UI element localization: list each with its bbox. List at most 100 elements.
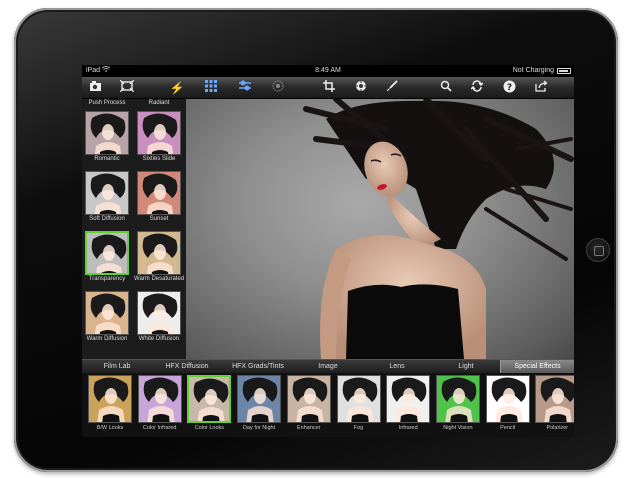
effect-thumbnail[interactable] [386, 375, 431, 423]
search-icon[interactable] [437, 80, 455, 96]
preset-label: Transparency [88, 276, 126, 282]
category-tab[interactable]: Image [294, 360, 362, 374]
brush-icon[interactable] [383, 80, 401, 96]
effect-label: Color Looks [194, 425, 225, 431]
preset-label: White Diffusion [138, 336, 180, 342]
preset-thumbnail[interactable] [137, 231, 181, 275]
effect-label: Infrared [398, 425, 418, 431]
effect-item[interactable]: Enhancer [285, 375, 333, 435]
effect-thumbnail[interactable] [336, 375, 381, 423]
preset-preview-image [138, 232, 180, 274]
effect-thumbnail[interactable] [237, 375, 282, 423]
color-wheel-icon[interactable] [352, 80, 370, 96]
preset-label: Sunset [149, 216, 169, 222]
preset-thumbnail[interactable] [85, 291, 129, 335]
preset-item[interactable]: Sixties Slide [134, 109, 184, 165]
preset-item[interactable]: Transparency [82, 229, 132, 285]
effect-item[interactable]: Color Looks [185, 375, 233, 435]
crop-icon[interactable] [320, 80, 338, 96]
effect-thumbnail[interactable] [187, 375, 232, 423]
photo-canvas[interactable]: Amount100Temperature0Tint0Saturation0Bri… [186, 99, 574, 359]
effect-label: Color Infrared [142, 425, 177, 431]
grid-icon[interactable] [202, 80, 220, 96]
preset-label: Soft Diffusion [89, 216, 125, 222]
category-tab[interactable]: Special Effects [500, 360, 574, 374]
preset-label: Warm Diffusion [86, 336, 128, 342]
preset-thumbnail[interactable] [85, 231, 129, 275]
effect-thumbnail[interactable] [286, 375, 331, 423]
effect-item[interactable]: Day for Night [235, 375, 283, 435]
effect-label: Enhancer [297, 425, 321, 431]
effect-item[interactable]: Night Vision [434, 375, 482, 435]
svg-text:?: ? [506, 83, 511, 93]
category-tab[interactable]: Film Lab [82, 360, 152, 374]
preset-preview-image [87, 233, 127, 273]
preset-label: Warm Desaturated [134, 276, 185, 282]
effect-label: Fog [353, 425, 364, 431]
category-tab[interactable]: HFX Grads/Tints [222, 360, 294, 374]
preset-preview-image [387, 376, 430, 422]
sliders-icon[interactable] [236, 80, 254, 96]
effect-item[interactable]: Pencil [484, 375, 532, 435]
preset-item[interactable]: Sunset [134, 169, 184, 225]
preset-preview-image [436, 376, 479, 422]
effect-item[interactable]: Fog [335, 375, 383, 435]
preset-thumbnail[interactable] [85, 171, 129, 215]
effect-thumbnail[interactable] [485, 375, 530, 423]
effect-label: Day for Night [243, 425, 276, 431]
preset-preview-image [86, 292, 128, 334]
category-tab-bar: Film Lab HFX Diffusion HFX Grads/Tints Imag… [82, 359, 574, 374]
preset-item-label[interactable]: Push Process [82, 100, 132, 106]
preset-thumbnail[interactable] [137, 291, 181, 335]
preset-item-label[interactable]: Radiant [134, 100, 184, 106]
preset-item[interactable]: Warm Diffusion [82, 289, 132, 345]
effect-label: Pencil [500, 425, 516, 431]
preset-label: Sixties Slide [142, 156, 176, 162]
preset-thumbnail[interactable] [137, 111, 181, 155]
preset-preview-image [138, 172, 180, 214]
category-tab[interactable]: Lens [362, 360, 432, 374]
home-button[interactable] [586, 238, 610, 262]
refresh-icon[interactable] [468, 80, 486, 96]
help-icon[interactable]: ? [500, 80, 518, 96]
battery-icon [557, 68, 571, 74]
preset-thumbnail[interactable] [137, 171, 181, 215]
share-icon[interactable] [532, 80, 550, 96]
effect-thumbnail[interactable] [137, 375, 182, 423]
preset-item[interactable]: Romantic [82, 109, 132, 165]
app-screen: iPad 8:49 AM Not Charging ⚡ ? Push Proce… [82, 65, 574, 437]
status-time: 8:49 AM [315, 67, 341, 74]
preset-preview-image [138, 112, 180, 154]
preset-item[interactable]: Warm Desaturated [134, 229, 184, 285]
photo-import-icon[interactable] [87, 80, 105, 96]
preset-preview-image [189, 377, 230, 421]
toolbar: ⚡ ? [82, 77, 574, 99]
preset-item[interactable]: White Diffusion [134, 289, 184, 345]
effect-thumbnail[interactable] [535, 375, 574, 423]
portrait-image [303, 99, 574, 359]
preset-preview-image [89, 376, 131, 422]
fullscreen-icon[interactable] [118, 79, 136, 96]
effect-item[interactable]: Infrared [384, 375, 432, 435]
preset-preview-image [86, 172, 128, 214]
preset-preview-image [486, 376, 529, 422]
ipad-device-frame: iPad 8:49 AM Not Charging ⚡ ? Push Proce… [14, 8, 618, 472]
effect-label: Polarizer [546, 425, 569, 431]
preset-thumbnail[interactable] [85, 111, 129, 155]
flash-effects-icon[interactable]: ⚡ [168, 80, 186, 96]
preset-preview-image [138, 376, 181, 422]
preset-preview-image [337, 376, 380, 422]
effect-thumbnail[interactable] [435, 375, 480, 423]
effect-thumbnail[interactable] [88, 375, 132, 423]
brush-settings-icon[interactable] [269, 80, 287, 96]
effect-label: B/W Looks [96, 425, 124, 431]
category-tab[interactable]: Light [432, 360, 500, 374]
status-bar: iPad 8:49 AM Not Charging [82, 65, 574, 77]
status-charging: Not Charging [512, 67, 554, 74]
effect-item[interactable]: Polarizer [533, 375, 574, 435]
effect-item[interactable]: B/W Looks [86, 375, 134, 435]
preset-item[interactable]: Soft Diffusion [82, 169, 132, 225]
effect-item[interactable]: Color Infrared [136, 375, 184, 435]
category-tab[interactable]: HFX Diffusion [152, 360, 222, 374]
preset-preview-image [536, 376, 574, 422]
